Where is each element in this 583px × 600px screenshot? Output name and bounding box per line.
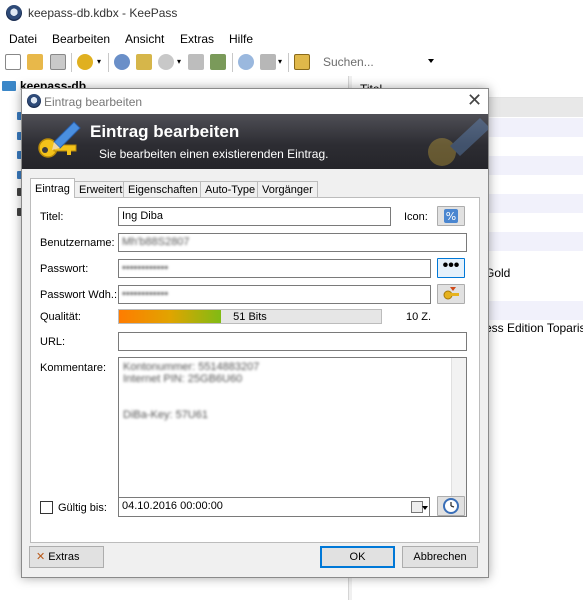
lock-icon[interactable] xyxy=(294,54,310,70)
username-input[interactable]: Mh'b88S2807 xyxy=(118,233,467,252)
folder-icon xyxy=(2,81,16,91)
keepass-app-icon xyxy=(27,94,41,108)
icon-picker-button[interactable]: % xyxy=(437,206,465,226)
wrench-icon: ✕ xyxy=(36,551,46,563)
url-label: URL: xyxy=(40,336,66,348)
menu-hilfe[interactable]: Hilfe xyxy=(229,32,253,46)
banner-subtitle: Sie bearbeiten einen existierenden Eintr… xyxy=(99,147,329,161)
notes-line: DiBa-Key: 57U61 xyxy=(123,409,208,421)
find-icon[interactable] xyxy=(238,54,254,70)
dialog-banner: Eintrag bearbeiten Sie bearbeiten einen … xyxy=(22,114,488,169)
cancel-button[interactable]: Abbrechen xyxy=(402,546,478,568)
search-placeholder: Suchen... xyxy=(323,55,374,69)
notes-scrollbar[interactable] xyxy=(451,358,466,516)
toolbar-separator xyxy=(108,53,109,72)
tools-button-label: Extras xyxy=(48,551,80,563)
password-repeat-label: Passwort Wdh.: xyxy=(40,289,118,301)
keepass-app-icon xyxy=(6,5,22,21)
password-value: •••••••••••• xyxy=(122,262,169,274)
title-label: Titel: xyxy=(40,211,64,223)
notes-textarea[interactable]: Kontonummer: 5514883207 Internet PIN: 25… xyxy=(118,357,467,517)
expiry-date-value: 04.10.2016 00:00:00 xyxy=(122,500,223,512)
clock-icon xyxy=(443,498,459,514)
dialog-titlebar: Eintrag bearbeiten ✕ xyxy=(22,89,488,114)
toolbar-separator xyxy=(71,53,72,72)
username-label: Benutzername: xyxy=(40,237,115,249)
notes-label: Kommentare: xyxy=(40,362,107,374)
tab-eigenschaften[interactable]: Eigenschaften xyxy=(123,181,203,197)
chevron-down-icon[interactable]: ▾ xyxy=(97,54,103,70)
icon-label: Icon: xyxy=(404,211,428,223)
key-pencil-watermark-icon xyxy=(428,118,488,166)
menu-bearbeiten[interactable]: Bearbeiten xyxy=(52,32,110,46)
menu-bar: Datei Bearbeiten Ansicht Extras Hilfe xyxy=(0,29,583,49)
autotype-icon[interactable] xyxy=(210,54,226,70)
tab-eintrag[interactable]: Eintrag xyxy=(30,178,75,198)
password-generator-button[interactable] xyxy=(437,284,465,304)
toolbar: ▾ ▾ ▾ Suchen... xyxy=(0,50,583,75)
open-url-icon[interactable] xyxy=(158,54,174,70)
key-pencil-icon xyxy=(38,121,81,158)
notes-line: Internet PIN: 25GB6U60 xyxy=(123,373,243,385)
menu-datei[interactable]: Datei xyxy=(9,32,37,46)
expiry-date-picker[interactable]: 04.10.2016 00:00:00 xyxy=(118,497,430,517)
toolbar-separator xyxy=(232,53,233,72)
copy-password-icon[interactable] xyxy=(136,54,152,70)
new-database-icon[interactable] xyxy=(5,54,21,70)
show-password-button[interactable]: ••• xyxy=(437,258,465,278)
ellipsis-icon: ••• xyxy=(442,257,460,274)
key-generator-icon xyxy=(443,287,459,300)
main-titlebar: keepass-db.kdbx - KeePass xyxy=(0,0,583,27)
tools-button[interactable]: ✕ Extras xyxy=(29,546,104,568)
notes-line xyxy=(123,397,462,409)
url-input[interactable] xyxy=(118,332,467,351)
username-value: Mh'b88S2807 xyxy=(122,236,190,248)
tab-vorgaenger[interactable]: Vorgänger xyxy=(257,181,318,197)
toolbar-separator xyxy=(288,53,289,72)
expiry-presets-button[interactable] xyxy=(437,496,465,516)
edit-entry-dialog: Eintrag bearbeiten ✕ Eintrag bearbeiten … xyxy=(21,88,489,578)
close-icon[interactable]: ✕ xyxy=(467,90,482,111)
ok-button[interactable]: OK xyxy=(320,546,395,568)
password-label: Passwort: xyxy=(40,263,89,275)
banner-title: Eintrag bearbeiten xyxy=(90,122,240,141)
main-window-title: keepass-db.kdbx - KeePass xyxy=(28,6,178,20)
chevron-down-icon[interactable]: ▾ xyxy=(177,54,183,70)
list-cell-title: ess Edition Toparis xyxy=(485,321,583,335)
password-repeat-value: •••••••••••• xyxy=(122,288,169,300)
svg-text:%: % xyxy=(446,210,456,223)
password-length-text: 10 Z. xyxy=(406,311,432,323)
expiry-checkbox[interactable] xyxy=(40,501,53,514)
chevron-down-icon[interactable]: ▾ xyxy=(278,54,284,70)
password-quality-bar: 51 Bits xyxy=(118,309,382,324)
menu-ansicht[interactable]: Ansicht xyxy=(125,32,164,46)
tab-erweitert[interactable]: Erweitert xyxy=(74,181,128,197)
percent-icon: % xyxy=(444,209,458,223)
chevron-down-icon[interactable] xyxy=(422,506,428,510)
expiry-label[interactable]: Gültig bis: xyxy=(58,502,107,514)
dialog-window-title: Eintrag bearbeiten xyxy=(44,95,143,109)
title-input[interactable]: Ing Diba xyxy=(118,207,391,226)
save-icon[interactable] xyxy=(50,54,66,70)
chevron-down-icon[interactable] xyxy=(428,59,434,63)
password-quality-text: 51 Bits xyxy=(233,311,267,323)
quality-label: Qualität: xyxy=(40,311,81,323)
menu-extras[interactable]: Extras xyxy=(180,32,214,46)
notes-line xyxy=(123,385,462,397)
search-input[interactable]: Suchen... xyxy=(318,52,436,72)
open-folder-icon[interactable] xyxy=(27,54,43,70)
copy-entry-icon[interactable] xyxy=(188,54,204,70)
notes-line: Kontonummer: 5514883207 xyxy=(123,361,260,373)
copy-username-icon[interactable] xyxy=(114,54,130,70)
password-repeat-input[interactable]: •••••••••••• xyxy=(118,285,431,304)
entry-views-icon[interactable] xyxy=(260,54,276,70)
add-entry-key-icon[interactable] xyxy=(77,54,93,70)
password-input[interactable]: •••••••••••• xyxy=(118,259,431,278)
tab-auto-type[interactable]: Auto-Type xyxy=(200,181,261,197)
